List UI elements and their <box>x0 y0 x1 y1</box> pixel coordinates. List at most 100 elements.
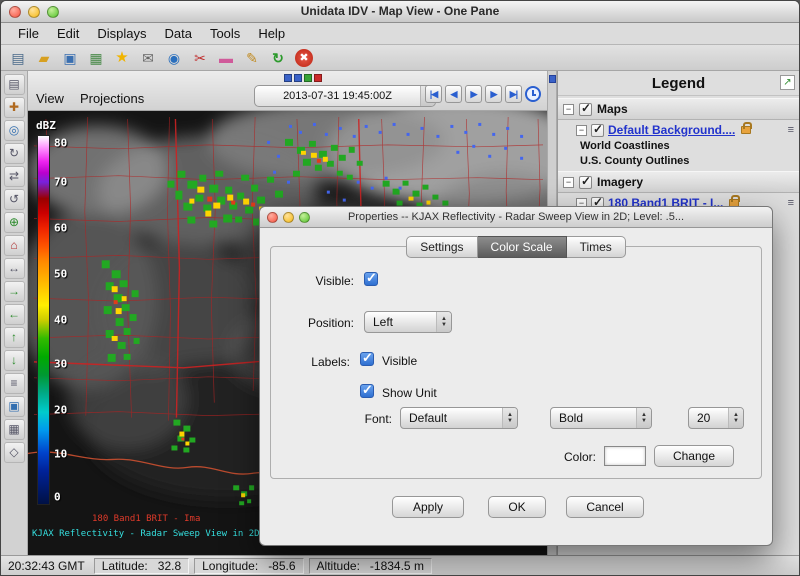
favorites-icon[interactable]: ★ <box>113 49 131 67</box>
zoom-tool-icon[interactable]: ◎ <box>4 120 25 141</box>
legend-section-maps: − ✓ Maps <box>558 98 799 120</box>
tab-settings[interactable]: Settings <box>406 236 477 258</box>
visible-checkbox[interactable]: ✓ <box>364 272 378 286</box>
legend-section-label: Maps <box>597 102 628 116</box>
menu-tools[interactable]: Tools <box>201 26 249 41</box>
layer-menu-icon[interactable]: ≡ <box>788 197 794 209</box>
collapse-expander-icon[interactable]: − <box>563 104 574 115</box>
add-layer-icon[interactable]: ⊕ <box>4 212 25 233</box>
time-frame-box[interactable] <box>294 74 302 82</box>
animation-properties-clock-icon[interactable] <box>525 86 541 102</box>
menu-file[interactable]: File <box>9 26 48 41</box>
undock-legend-icon[interactable]: ↗ <box>780 75 795 90</box>
cancel-button[interactable]: Cancel <box>566 496 644 518</box>
layer-link[interactable]: Default Background.... <box>608 123 735 137</box>
fit-width-icon[interactable]: ↔ <box>4 258 25 279</box>
labels-visible-checkbox[interactable]: ✓ <box>360 352 374 366</box>
change-color-button[interactable]: Change <box>654 445 734 467</box>
position-dropdown[interactable]: Left ▲▼ <box>364 311 452 333</box>
menu-help[interactable]: Help <box>249 26 294 41</box>
dialog-titlebar[interactable]: Properties -- KJAX Reflectivity - Radar … <box>260 207 772 228</box>
edit-icon[interactable]: ✎ <box>243 49 261 67</box>
map-menu-projections[interactable]: Projections <box>80 91 144 106</box>
step-back-button[interactable]: ◀ <box>445 85 462 103</box>
dialog-title: Properties -- KJAX Reflectivity - Radar … <box>260 207 772 227</box>
legend-header: Legend ↗ <box>558 71 799 96</box>
swap-view-icon[interactable]: ⇄ <box>4 166 25 187</box>
show-unit-text: Show Unit <box>382 386 437 400</box>
rotate-view-icon[interactable]: ↻ <box>4 143 25 164</box>
menu-data[interactable]: Data <box>155 26 200 41</box>
dialog-close-button[interactable] <box>267 212 278 223</box>
dialog-zoom-button[interactable] <box>299 212 310 223</box>
first-frame-button[interactable]: |◀ <box>425 85 442 103</box>
colorbar-tick: 10 <box>54 448 67 461</box>
reload-icon[interactable]: ↻ <box>269 49 287 67</box>
window-title: Unidata IDV - Map View - One Pane <box>1 1 799 22</box>
pan-south-icon[interactable]: ↓ <box>4 350 25 371</box>
save-icon[interactable]: ▣ <box>61 49 79 67</box>
dialog-minimize-button[interactable] <box>283 212 294 223</box>
font-size-dropdown[interactable]: 20 ▲▼ <box>688 407 744 429</box>
menubar: File Edit Displays Data Tools Help <box>1 23 799 45</box>
window-minimize-button[interactable] <box>28 6 40 18</box>
properties-tool-icon[interactable]: ◇ <box>4 442 25 463</box>
legend-section-label: Imagery <box>597 175 643 189</box>
window-close-button[interactable] <box>9 6 21 18</box>
internet-icon[interactable]: ◉ <box>165 49 183 67</box>
apply-button[interactable]: Apply <box>392 496 464 518</box>
undo-view-icon[interactable]: ↺ <box>4 189 25 210</box>
select-tool-icon[interactable]: ▤ <box>4 74 25 95</box>
dashboard-icon[interactable]: ▤ <box>9 49 27 67</box>
position-label: Position: <box>268 316 354 330</box>
eraser-icon[interactable]: ▬ <box>217 49 235 67</box>
collapse-expander-icon[interactable]: − <box>576 125 587 136</box>
stop-icon[interactable]: ✖ <box>295 49 313 67</box>
ok-button[interactable]: OK <box>488 496 546 518</box>
cut-icon[interactable]: ✂ <box>191 49 209 67</box>
map-menubar: View Projections <box>36 91 144 106</box>
show-unit-checkbox[interactable]: ✓ <box>360 384 374 398</box>
pan-tool-icon[interactable]: ✚ <box>4 97 25 118</box>
home-view-icon[interactable]: ⌂ <box>4 235 25 256</box>
snapshot-icon[interactable]: ▣ <box>4 396 25 417</box>
grid-icon[interactable]: ▦ <box>4 419 25 440</box>
menu-edit[interactable]: Edit <box>48 26 88 41</box>
lock-icon[interactable] <box>741 126 751 134</box>
font-style-dropdown[interactable]: Bold ▲▼ <box>550 407 652 429</box>
step-forward-button[interactable]: ▶ <box>485 85 502 103</box>
last-frame-button[interactable]: ▶| <box>505 85 522 103</box>
font-family-dropdown[interactable]: Default ▲▼ <box>400 407 518 429</box>
window-titlebar[interactable]: Unidata IDV - Map View - One Pane <box>1 1 799 23</box>
longitude-readout: Longitude: -85.6 <box>194 558 303 574</box>
splitter-collapse-button[interactable] <box>549 75 556 83</box>
tile-windows-icon[interactable]: ▦ <box>87 49 105 67</box>
time-frame-box[interactable] <box>304 74 312 82</box>
tab-times[interactable]: Times <box>567 236 626 258</box>
collapse-expander-icon[interactable]: − <box>563 177 574 188</box>
pan-east-icon[interactable]: → <box>4 281 25 302</box>
font-label: Font: <box>330 412 392 426</box>
pan-north-icon[interactable]: ↑ <box>4 327 25 348</box>
time-selector[interactable]: 2013-07-31 19:45:00Z ▲ ▼ <box>254 85 436 107</box>
colorbar-gradient: 80 70 60 50 40 30 20 10 0 <box>37 135 50 505</box>
reflectivity-colorbar[interactable]: dBZ 80 70 60 50 40 30 20 10 0 <box>34 119 84 505</box>
maps-visibility-checkbox[interactable]: ✓ <box>579 103 592 116</box>
window-zoom-button[interactable] <box>47 6 59 18</box>
time-frame-box[interactable] <box>314 74 322 82</box>
tab-color-scale[interactable]: Color Scale <box>478 236 567 258</box>
pan-west-icon[interactable]: ← <box>4 304 25 325</box>
labels-label: Labels: <box>268 355 350 369</box>
open-file-icon[interactable]: ▰ <box>35 49 53 67</box>
time-frame-box[interactable] <box>284 74 292 82</box>
support-request-icon[interactable]: ✉ <box>139 49 157 67</box>
imagery-visibility-checkbox[interactable]: ✓ <box>579 176 592 189</box>
dropdown-arrows-icon: ▲▼ <box>436 312 451 332</box>
map-menu-view[interactable]: View <box>36 91 64 106</box>
menu-displays[interactable]: Displays <box>88 26 155 41</box>
layer-menu-icon[interactable]: ≡ <box>788 124 794 136</box>
play-button[interactable]: ▶ <box>465 85 482 103</box>
levels-icon[interactable]: ≡ <box>4 373 25 394</box>
layer-visibility-checkbox[interactable]: ✓ <box>591 124 604 137</box>
colorbar-tick: 20 <box>54 404 67 417</box>
